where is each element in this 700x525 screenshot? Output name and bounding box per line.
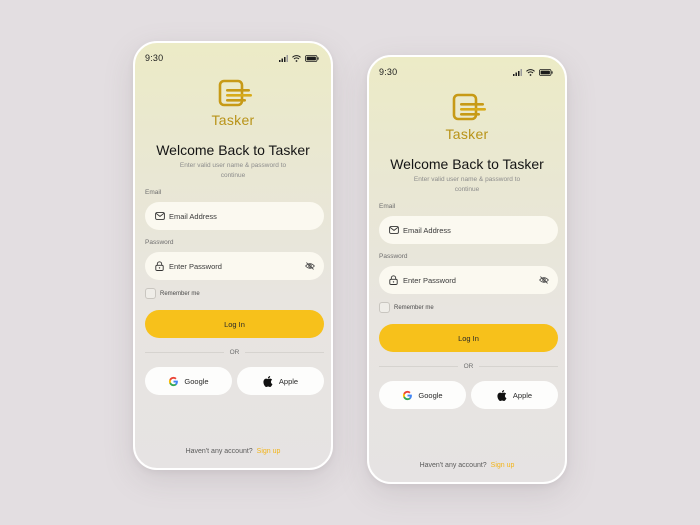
google-button[interactable]: Google: [379, 381, 466, 409]
email-field[interactable]: Email Address: [145, 202, 324, 230]
apple-label: Apple: [278, 376, 299, 386]
password-field[interactable]: Enter Password: [145, 252, 324, 280]
email-label: Email: [145, 189, 162, 196]
page-title: Welcome Back to Tasker: [390, 156, 544, 172]
phone-screen-2: 9:30 Tasker Welcome Back to Tasker Enter…: [367, 55, 567, 484]
lock-icon: [388, 275, 399, 286]
lock-icon: [154, 261, 165, 272]
login-button[interactable]: Log In: [145, 310, 324, 338]
battery-icon: [305, 54, 319, 62]
password-label: Password: [379, 253, 408, 260]
footer: Haven't any account? Sign up: [369, 462, 565, 469]
phone-screen-1: 9:30 Tasker Welcome Back to Tasker Enter…: [133, 41, 333, 470]
google-icon: [402, 390, 413, 401]
page-title: Welcome Back to Tasker: [156, 142, 310, 158]
footer-text: Haven't any account?: [419, 462, 487, 469]
or-divider: OR: [379, 361, 558, 371]
footer: Haven't any account? Sign up: [135, 448, 331, 455]
status-time: 9:30: [145, 53, 164, 63]
signal-icon: [279, 54, 288, 62]
page-subtitle: Enter valid user name & password to cont…: [179, 162, 287, 179]
signal-icon: [513, 68, 522, 76]
apple-icon: [263, 375, 274, 387]
remember-me[interactable]: Remember me: [145, 288, 200, 299]
email-placeholder: Email Address: [403, 225, 451, 235]
eye-off-icon[interactable]: [304, 261, 315, 272]
signup-link[interactable]: Sign up: [491, 462, 515, 469]
google-icon: [168, 376, 179, 387]
email-placeholder: Email Address: [169, 211, 217, 221]
email-field[interactable]: Email Address: [379, 216, 558, 244]
battery-icon: [539, 68, 553, 76]
or-label: OR: [229, 348, 240, 356]
or-divider: OR: [145, 347, 324, 357]
status-bar: 9:30: [369, 65, 565, 79]
status-time: 9:30: [379, 67, 398, 77]
apple-label: Apple: [512, 390, 533, 400]
status-bar: 9:30: [135, 51, 331, 65]
mail-icon: [154, 211, 165, 222]
remember-label: Remember me: [160, 290, 200, 297]
remember-me[interactable]: Remember me: [379, 302, 434, 313]
apple-icon: [497, 389, 508, 401]
mail-icon: [388, 225, 399, 236]
apple-button[interactable]: Apple: [237, 367, 324, 395]
google-label: Google: [418, 390, 443, 400]
brand-name: Tasker: [211, 112, 255, 128]
signup-link[interactable]: Sign up: [257, 448, 281, 455]
wifi-icon: [292, 54, 301, 62]
or-label: OR: [463, 362, 474, 370]
password-label: Password: [145, 239, 174, 246]
eye-off-icon[interactable]: [538, 275, 549, 286]
google-button[interactable]: Google: [145, 367, 232, 395]
footer-text: Haven't any account?: [185, 448, 253, 455]
password-placeholder: Enter Password: [403, 275, 456, 285]
email-label: Email: [379, 203, 396, 210]
password-field[interactable]: Enter Password: [379, 266, 558, 294]
page-subtitle: Enter valid user name & password to cont…: [413, 176, 521, 193]
google-label: Google: [184, 376, 209, 386]
remember-label: Remember me: [394, 304, 434, 311]
tasker-logo-icon: [218, 79, 252, 107]
wifi-icon: [526, 68, 535, 76]
remember-checkbox[interactable]: [145, 288, 156, 299]
apple-button[interactable]: Apple: [471, 381, 558, 409]
remember-checkbox[interactable]: [379, 302, 390, 313]
brand-name: Tasker: [445, 126, 489, 142]
tasker-logo-icon: [452, 93, 486, 121]
password-placeholder: Enter Password: [169, 261, 222, 271]
login-button[interactable]: Log In: [379, 324, 558, 352]
